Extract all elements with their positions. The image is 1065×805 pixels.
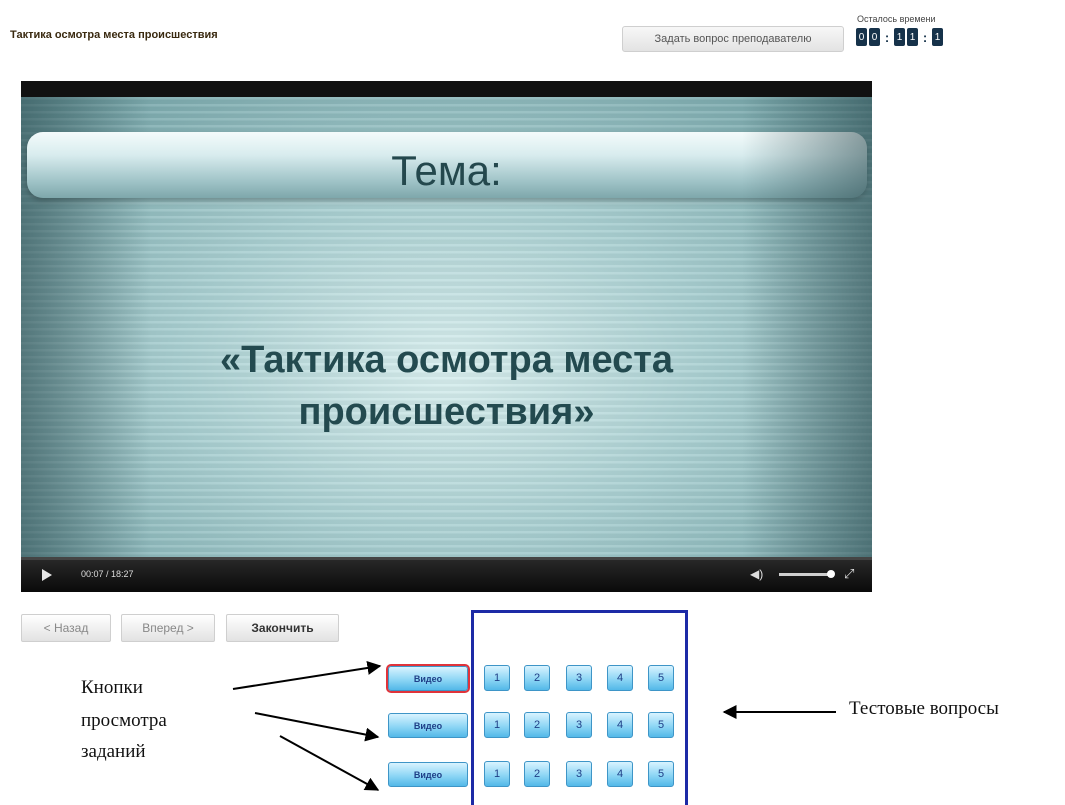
- arrow-to-video-2: [254, 712, 380, 742]
- arrow-to-video-1: [232, 661, 382, 690]
- arrow-to-video-3: [279, 735, 380, 791]
- annotation-arrows: [232, 661, 836, 791]
